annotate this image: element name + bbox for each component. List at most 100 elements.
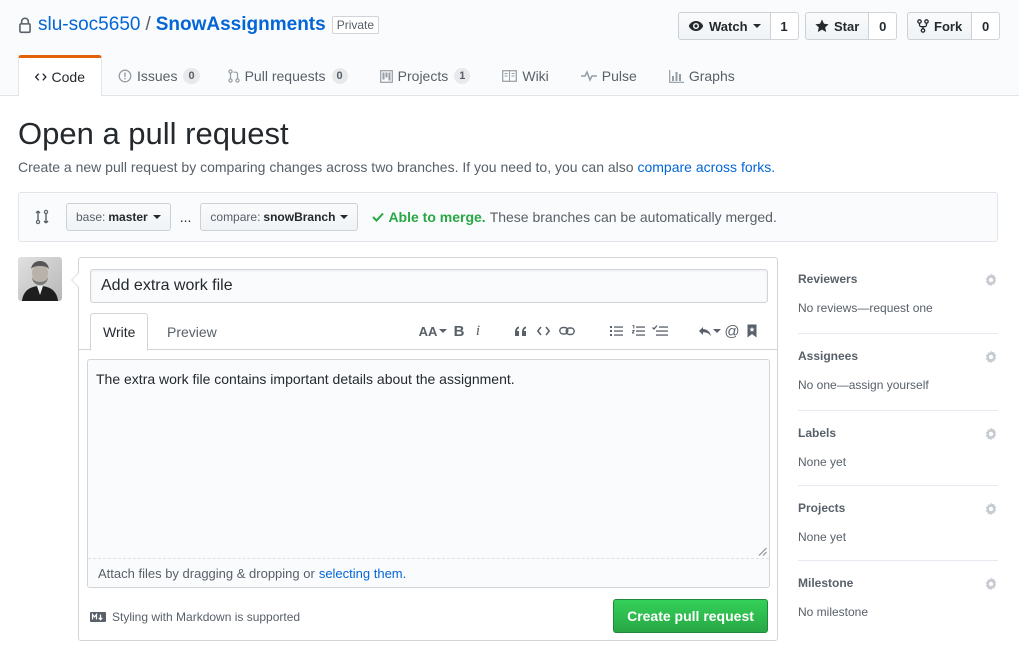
star-group: Star 0 (805, 12, 898, 40)
git-pull-request-icon (227, 69, 240, 83)
tab-pull-requests[interactable]: Pull requests 0 (216, 56, 364, 96)
code-icon (35, 73, 47, 81)
base-branch-select[interactable]: base: master (66, 203, 171, 231)
chevron-down-icon (712, 329, 721, 333)
issues-counter: 0 (183, 68, 200, 84)
tab-code-label: Code (51, 69, 85, 85)
projects-counter: 1 (454, 68, 471, 84)
git-compare-icon (35, 209, 49, 225)
link-button[interactable] (555, 319, 579, 343)
sidebar-milestone-title: Milestone (798, 576, 854, 590)
chevron-down-icon (752, 24, 761, 28)
quote-button[interactable] (511, 319, 531, 343)
unordered-list-button[interactable] (605, 319, 627, 343)
sidebar-reviewers-value[interactable]: No reviews—request one (798, 301, 933, 315)
tab-issues-label: Issues (137, 68, 178, 84)
ordered-list-button[interactable] (627, 319, 649, 343)
mention-button[interactable]: @ (721, 319, 743, 343)
fork-button[interactable]: Fork (907, 12, 973, 40)
sidebar-labels-title: Labels (798, 426, 837, 440)
header-text-button[interactable]: AA (418, 319, 448, 343)
compare-branch-select[interactable]: compare: snowBranch (200, 203, 359, 231)
lock-icon (19, 17, 31, 34)
base-branch-prefix: base: (76, 210, 106, 224)
base-branch-name: master (108, 210, 148, 224)
pulls-counter: 0 (331, 68, 348, 84)
pr-body-textarea[interactable]: The extra work file contains important d… (87, 359, 770, 588)
watch-count[interactable]: 1 (770, 12, 799, 40)
sidebar-projects-value: None yet (798, 530, 847, 544)
fork-label: Fork (934, 18, 963, 34)
fork-group: Fork 0 (907, 12, 1001, 40)
markdown-toolbar-insert (511, 319, 579, 343)
select-files-link[interactable]: selecting them. (319, 566, 406, 581)
project-icon (379, 69, 393, 83)
fork-count[interactable]: 0 (972, 12, 1001, 40)
watch-button[interactable]: Watch (678, 12, 771, 40)
list-ordered-icon (631, 325, 645, 336)
avatar[interactable] (18, 257, 62, 301)
tab-pull-requests-label: Pull requests (244, 68, 326, 84)
tab-graphs[interactable]: Graphs (653, 56, 751, 96)
tab-preview[interactable]: Preview (155, 313, 229, 350)
book-icon (502, 70, 518, 82)
sidebar-item-milestone: Milestone No milestone (798, 561, 998, 636)
star-icon (815, 19, 829, 32)
markdown-help-text: Styling with Markdown is supported (112, 610, 301, 624)
italic-button[interactable]: i (470, 319, 486, 343)
tab-write[interactable]: Write (90, 313, 149, 351)
tab-code[interactable]: Code (18, 55, 102, 96)
gear-icon[interactable] (984, 350, 998, 364)
compare-across-forks-link[interactable]: compare across forks. (637, 159, 775, 175)
text-size-icon: AA (418, 323, 438, 339)
star-button[interactable]: Star (805, 12, 870, 40)
tab-wiki[interactable]: Wiki (486, 56, 564, 96)
code-button[interactable] (531, 319, 555, 343)
page-description-text: Create a new pull request by comparing c… (18, 159, 634, 175)
markdown-toolbar: AA B i (418, 319, 486, 343)
saved-reply-button[interactable] (743, 319, 761, 343)
chevron-down-icon (340, 215, 349, 219)
tab-pulse-label: Pulse (601, 68, 637, 84)
check-icon (372, 212, 385, 222)
tab-issues[interactable]: Issues 0 (102, 56, 216, 96)
range-ellipsis: ... (179, 209, 192, 225)
pr-title-input[interactable] (90, 269, 768, 303)
avatar-portrait (18, 257, 62, 301)
code-icon (536, 326, 550, 336)
bold-button[interactable]: B (448, 319, 470, 343)
reply-icon (698, 326, 711, 336)
gear-icon[interactable] (984, 502, 998, 516)
sidebar-item-reviewers: Reviewers No reviews—request one (798, 257, 998, 334)
repo-name-link[interactable]: SnowAssignments (156, 14, 326, 36)
reply-button[interactable] (697, 319, 721, 343)
issue-opened-icon (118, 69, 132, 83)
sidebar-labels-value: None yet (798, 455, 847, 469)
gear-icon[interactable] (984, 273, 998, 287)
attach-files-bar[interactable]: Attach files by dragging & dropping or s… (88, 558, 769, 587)
gear-icon[interactable] (984, 577, 998, 591)
link-icon (559, 326, 575, 336)
repo-path-separator: / (145, 14, 151, 35)
tab-projects[interactable]: Projects 1 (364, 56, 487, 96)
sidebar-item-assignees: Assignees No one—assign yourself (798, 334, 998, 411)
repo-owner-link[interactable]: slu-soc5650 (38, 14, 140, 36)
markdown-icon (90, 612, 106, 622)
star-label: Star (834, 18, 860, 34)
repo-nav: Code Issues 0 Pull requests 0 Projects 1… (18, 55, 751, 96)
gear-icon[interactable] (984, 427, 998, 441)
resize-handle-icon[interactable] (758, 547, 767, 556)
create-pull-request-button[interactable]: Create pull request (613, 599, 768, 633)
task-list-button[interactable] (649, 319, 671, 343)
markdown-help[interactable]: Styling with Markdown is supported (90, 610, 300, 624)
attach-files-text: Attach files by dragging & dropping or (98, 565, 315, 581)
compare-branch-name: snowBranch (263, 210, 336, 224)
tab-graphs-label: Graphs (688, 68, 735, 84)
sidebar-assignees-value[interactable]: No one—assign yourself (798, 378, 929, 392)
tab-projects-label: Projects (397, 68, 449, 84)
sidebar-item-labels: Labels None yet (798, 411, 998, 486)
tab-pulse[interactable]: Pulse (565, 56, 653, 96)
star-count[interactable]: 0 (869, 12, 898, 40)
tasklist-icon (652, 325, 668, 336)
quote-icon (515, 326, 526, 336)
